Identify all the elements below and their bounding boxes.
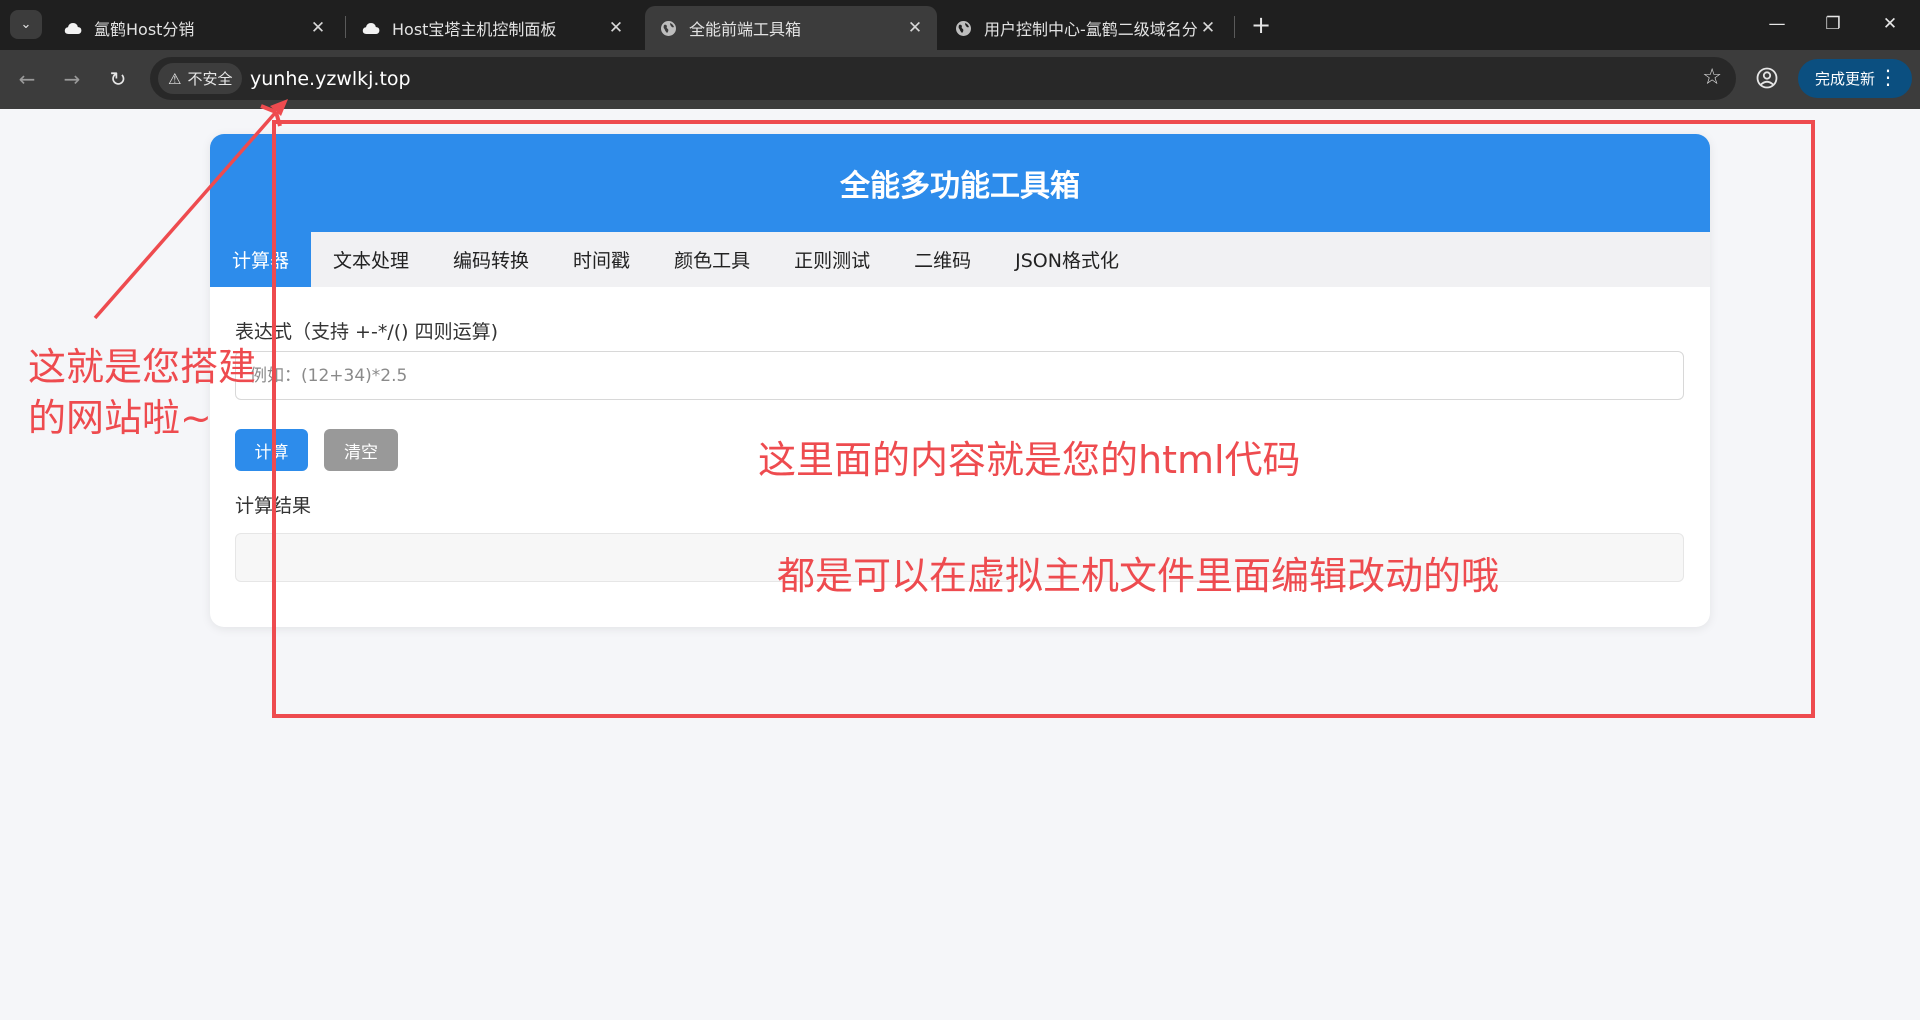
annotation-arrow: [93, 99, 288, 320]
annotation-edit-note: 都是可以在虚拟主机文件里面编辑改动的哦: [777, 554, 1500, 598]
annotation-site-note-line2: 的网站啦~: [28, 396, 212, 440]
annotation-site-note-line1: 这就是您搭建: [28, 345, 257, 389]
annotation-html-note: 这里面的内容就是您的html代码: [758, 438, 1301, 482]
